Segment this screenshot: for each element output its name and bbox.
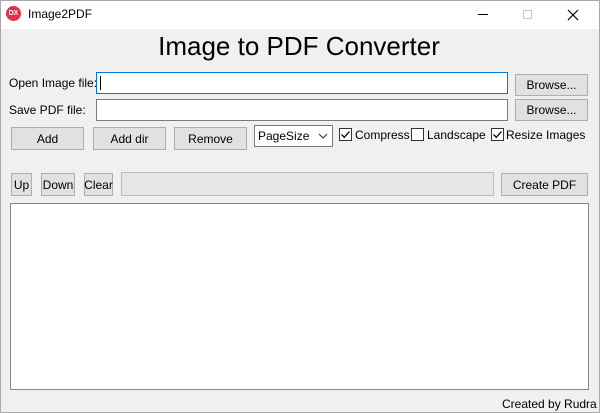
save-pdf-browse-button[interactable]: Browse...	[515, 99, 588, 121]
close-icon	[567, 9, 579, 20]
checkmark-icon	[341, 131, 350, 139]
save-pdf-input[interactable]	[96, 99, 508, 121]
landscape-checkbox[interactable]	[411, 128, 424, 141]
move-down-button[interactable]: Down	[41, 173, 75, 196]
minimize-icon	[478, 14, 488, 15]
credit-text: Created by Rudra	[502, 397, 597, 411]
resize-images-checkbox[interactable]	[491, 128, 504, 141]
add-button[interactable]: Add	[11, 127, 84, 150]
close-button[interactable]	[550, 1, 596, 28]
image-list[interactable]	[10, 203, 589, 390]
create-pdf-button[interactable]: Create PDF	[501, 173, 588, 196]
remove-button[interactable]: Remove	[174, 127, 247, 150]
landscape-label: Landscape	[427, 128, 486, 142]
minimize-button[interactable]	[460, 1, 506, 28]
app-icon: DX	[6, 6, 21, 21]
page-size-select[interactable]: PageSize	[254, 125, 333, 147]
open-image-input[interactable]	[96, 72, 508, 94]
checkmark-icon	[493, 131, 502, 139]
page-title: Image to PDF Converter	[158, 31, 440, 61]
clear-button[interactable]: Clear	[84, 173, 113, 196]
chevron-down-icon	[318, 133, 328, 139]
resize-images-label: Resize Images	[506, 128, 586, 142]
open-image-label: Open Image file:	[9, 76, 98, 90]
page-size-value: PageSize	[258, 129, 310, 143]
text-caret	[100, 76, 101, 90]
window-title: Image2PDF	[28, 7, 93, 21]
compress-checkbox[interactable]	[339, 128, 352, 141]
move-up-button[interactable]: Up	[11, 173, 32, 196]
open-image-browse-button[interactable]: Browse...	[515, 74, 588, 96]
progress-bar	[121, 172, 494, 196]
save-pdf-label: Save PDF file:	[9, 103, 86, 117]
maximize-icon	[522, 10, 532, 19]
compress-label: Compress	[355, 128, 410, 142]
add-dir-button[interactable]: Add dir	[93, 127, 166, 150]
maximize-button[interactable]	[504, 1, 550, 28]
